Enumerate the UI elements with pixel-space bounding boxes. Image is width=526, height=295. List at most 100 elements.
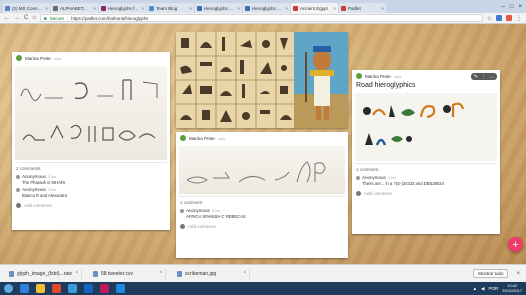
address-bar[interactable]: ■ Secure | https://padlet.com/hathoria/h…: [39, 14, 483, 22]
comment-time: 3 hrs: [387, 176, 397, 180]
comment-time: 3 hrs: [211, 209, 221, 213]
commenter-name: Anonymous: [362, 175, 386, 180]
post-title: Road hieroglyphics: [356, 82, 416, 89]
tab-favicon-icon: [149, 5, 154, 11]
download-filename: glyph_image_(fsbt)...raw: [17, 270, 72, 277]
browser-tab[interactable]: ALPHABET... ×: [51, 3, 98, 13]
taskbar-app-icon[interactable]: [116, 284, 125, 293]
add-comment-field[interactable]: Add comment: [352, 187, 500, 200]
add-comment-placeholder: Add comment: [24, 203, 52, 208]
tab-title: Ancient Egypt: [300, 5, 328, 11]
back-icon[interactable]: ←: [4, 15, 10, 21]
network-icon[interactable]: ▲: [473, 286, 477, 291]
minimize-icon[interactable]: –: [502, 4, 505, 10]
url-text: https://padlet.com/hathoria/hieroglyphs: [71, 15, 149, 21]
clock-date: 20/11/2017: [502, 287, 522, 293]
tab-favicon-icon: [101, 5, 106, 11]
taskbar-app-icon[interactable]: [84, 284, 93, 293]
start-button[interactable]: [4, 284, 13, 293]
hieroglyph-photo[interactable]: [15, 66, 167, 160]
hieroglyph-chart-image[interactable]: [176, 32, 348, 128]
menu-icon[interactable]: ⋮: [516, 15, 522, 22]
chevron-up-icon[interactable]: ^: [160, 271, 162, 277]
add-comment-field[interactable]: Add comment: [12, 199, 170, 212]
comment-text: Bianca R and Alexandra: [22, 193, 67, 198]
avatar: [180, 135, 186, 141]
hieroglyph-photo[interactable]: [179, 146, 345, 194]
chevron-up-icon[interactable]: ^: [76, 271, 78, 277]
taskbar-app-icon[interactable]: [20, 284, 29, 293]
extension-icon[interactable]: [506, 15, 512, 21]
tab-favicon-icon: [293, 5, 298, 11]
tab-close-icon[interactable]: ×: [285, 6, 288, 11]
tab-close-icon[interactable]: ×: [237, 6, 240, 11]
taskbar-app-icon[interactable]: [68, 284, 77, 293]
tab-favicon-icon: [5, 5, 10, 11]
browser-tab[interactable]: Hieroglyphs for... ×: [99, 3, 146, 13]
hieroglyph-alphabet-illustration: [176, 32, 348, 128]
reload-icon[interactable]: C: [24, 15, 28, 21]
tab-title: (2) MS Connect: [12, 5, 44, 11]
add-post-button[interactable]: +: [508, 237, 523, 252]
browser-tab[interactable]: Hieroglyphs Online...×: [243, 3, 290, 13]
language-indicator[interactable]: POR: [489, 286, 499, 291]
home-icon[interactable]: ⌂: [32, 15, 36, 21]
extension-icon[interactable]: [496, 15, 502, 21]
hieroglyph-photo[interactable]: [355, 93, 497, 161]
chevron-up-icon[interactable]: ^: [244, 271, 246, 277]
taskbar-app-icon[interactable]: [52, 284, 61, 293]
browser-tab[interactable]: Hieroglyphs Online...×: [195, 3, 242, 13]
browser-tab[interactable]: Team Blog ×: [147, 3, 194, 13]
close-icon[interactable]: ×: [516, 271, 520, 277]
post-card[interactable]: Marina Prete now 1 comment Anonymous 3 hr…: [176, 132, 348, 258]
tab-strip: (2) MS Connect × ALPHABET... × Hieroglyphs f…: [0, 0, 526, 13]
taskbar-app-icon[interactable]: [36, 284, 45, 293]
post-time: now: [53, 55, 62, 61]
tab-close-icon[interactable]: ×: [189, 6, 192, 11]
add-comment-field[interactable]: Add comment: [176, 220, 348, 233]
close-icon[interactable]: ×: [518, 4, 522, 10]
expand-icon[interactable]: …: [489, 74, 494, 80]
show-all-downloads-button[interactable]: Mostrar tudo: [473, 269, 509, 278]
tab-close-icon[interactable]: ×: [381, 6, 384, 11]
handwritten-glyphs-image: [186, 161, 326, 184]
download-item[interactable]: glyph_image_(fsbt)...raw ^: [6, 267, 82, 280]
commenter-name: Anonymous: [22, 187, 46, 192]
browser-tab[interactable]: Ancient Egypt ×: [291, 3, 338, 13]
volume-icon[interactable]: ◀: [481, 286, 484, 292]
edit-icon[interactable]: ✎: [474, 74, 478, 80]
tab-close-icon[interactable]: ×: [333, 6, 336, 11]
tab-favicon-icon: [53, 5, 58, 11]
more-icon[interactable]: ⋮: [481, 74, 486, 80]
tab-close-icon[interactable]: ×: [141, 6, 144, 11]
downloads-bar: glyph_image_(fsbt)...raw ^ 58 tweeter.cs…: [0, 264, 526, 282]
tab-favicon-icon: [341, 5, 346, 11]
taskbar-app-icon[interactable]: [100, 284, 109, 293]
post-card[interactable]: ✎ ⋮ … Marina Prete now Road hieroglyphic…: [352, 70, 500, 234]
tab-title: Hieroglyphs Online...: [204, 5, 236, 11]
post-time: now: [217, 135, 226, 141]
commenter-name: Anonymous: [186, 208, 210, 213]
file-icon: [177, 270, 182, 277]
clock[interactable]: 10:42 20/11/2017: [502, 283, 522, 293]
tab-close-icon[interactable]: ×: [93, 6, 96, 11]
forward-icon[interactable]: →: [14, 15, 20, 21]
padlet-board: Marina Prete now 2 comments Anonymous 3 …: [0, 24, 526, 264]
post-time: now: [393, 73, 402, 79]
avatar: [356, 73, 362, 79]
comment-text: AFRICA SPANISH C REBECAS: [186, 214, 246, 219]
post-card[interactable]: Marina Prete now 2 comments Anonymous 3 …: [12, 52, 170, 230]
file-icon: [9, 270, 14, 277]
browser-tab[interactable]: (2) MS Connect ×: [3, 3, 50, 13]
download-item[interactable]: 58 tweeter.csv ^: [90, 267, 166, 280]
browser-tab[interactable]: Padlet ×: [339, 3, 386, 13]
commenter-avatar: [16, 175, 20, 179]
handwritten-glyphs-image: [20, 79, 158, 142]
star-icon[interactable]: ☆: [487, 15, 492, 22]
maximize-icon[interactable]: □: [510, 4, 514, 10]
download-item[interactable]: scribeman.jpg ^: [174, 267, 250, 280]
tab-close-icon[interactable]: ×: [45, 6, 48, 11]
comments-count: 1 comment: [356, 167, 379, 172]
tab-title: Team Blog: [156, 5, 178, 11]
lock-icon: ■: [43, 15, 47, 21]
